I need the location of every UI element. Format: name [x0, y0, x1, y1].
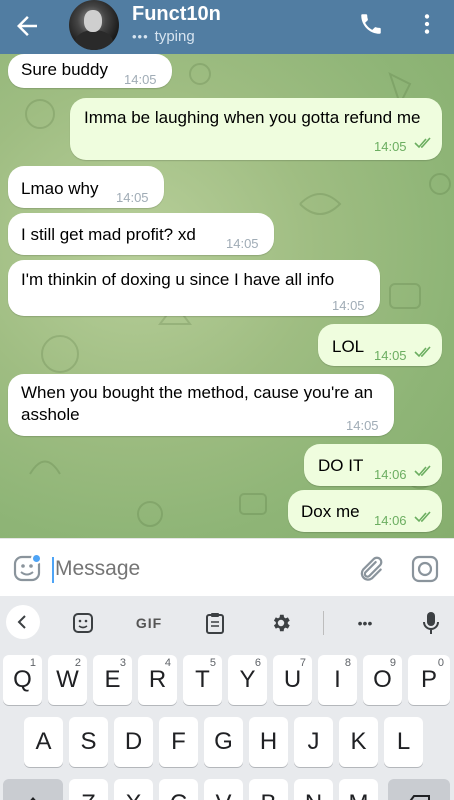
- key-r[interactable]: 4R: [138, 655, 177, 705]
- typing-status: ••• typing: [132, 28, 195, 45]
- message-text: Sure buddy: [21, 60, 108, 79]
- message-time: 14:05: [374, 139, 407, 154]
- gear-icon: [273, 614, 290, 632]
- key-h[interactable]: H: [249, 717, 288, 767]
- more-vertical-icon[interactable]: [414, 11, 440, 37]
- key-d[interactable]: D: [114, 717, 153, 767]
- key-n[interactable]: N: [294, 779, 333, 800]
- chevron-left-icon: [17, 615, 26, 629]
- message-text: Imma be laughing when you gotta refund m…: [84, 108, 421, 127]
- keyboard-toolbar: GIF •••: [0, 596, 454, 648]
- message-bubble-outgoing[interactable]: DO IT 14:06: [304, 444, 442, 486]
- gif-button[interactable]: GIF: [132, 606, 166, 640]
- key-y[interactable]: 6Y: [228, 655, 267, 705]
- key-o[interactable]: 9O: [363, 655, 402, 705]
- message-time: 14:05: [116, 190, 149, 205]
- key-p[interactable]: 0P: [408, 655, 450, 705]
- message-time: 14:05: [332, 298, 365, 313]
- paperclip-icon[interactable]: [355, 554, 385, 584]
- message-text: Lmao why: [21, 179, 99, 198]
- camera-icon[interactable]: [410, 554, 440, 584]
- key-a[interactable]: A: [24, 717, 63, 767]
- key-c[interactable]: C: [159, 779, 198, 800]
- shift-arrow-icon: [30, 797, 36, 800]
- key-u[interactable]: 7U: [273, 655, 312, 705]
- notification-dot: [31, 553, 42, 564]
- message-text: DO IT: [318, 456, 364, 475]
- key-b[interactable]: B: [249, 779, 288, 800]
- message-time: 14:05: [346, 418, 379, 433]
- backspace-icon: [409, 795, 430, 800]
- double-check-icon: [414, 346, 431, 358]
- key-j[interactable]: J: [294, 717, 333, 767]
- message-bubble-incoming[interactable]: I'm thinkin of doxing u since I have all…: [8, 260, 380, 316]
- microphone-icon: [423, 612, 439, 634]
- text-caret: [52, 557, 54, 583]
- key-e[interactable]: 3E: [93, 655, 132, 705]
- double-check-icon: [414, 511, 431, 523]
- chat-area[interactable]: Sure buddy 14:05 Imma be laughing when y…: [0, 54, 454, 538]
- clipboard-icon: [206, 613, 224, 634]
- shift-key[interactable]: [3, 779, 63, 800]
- message-bubble-incoming[interactable]: Lmao why 14:05: [8, 166, 164, 208]
- key-f[interactable]: F: [159, 717, 198, 767]
- message-input[interactable]: [55, 556, 335, 582]
- key-s[interactable]: S: [69, 717, 108, 767]
- message-composer: [0, 538, 454, 596]
- message-time: 14:06: [374, 513, 407, 528]
- key-k[interactable]: K: [339, 717, 378, 767]
- backspace-key[interactable]: [388, 779, 450, 800]
- message-bubble-outgoing[interactable]: LOL 14:05: [318, 324, 442, 366]
- key-x[interactable]: X: [114, 779, 153, 800]
- key-t[interactable]: 5T: [183, 655, 222, 705]
- key-z[interactable]: Z: [69, 779, 108, 800]
- key-w[interactable]: 2W: [48, 655, 87, 705]
- key-i[interactable]: 8I: [318, 655, 357, 705]
- toolbar-divider: [323, 611, 324, 635]
- sticker-button[interactable]: [66, 606, 100, 640]
- settings-button[interactable]: [264, 606, 298, 640]
- avatar[interactable]: [69, 0, 119, 50]
- message-time: 14:05: [226, 236, 259, 251]
- message-time: 14:05: [374, 348, 407, 363]
- phone-icon[interactable]: [358, 11, 384, 37]
- back-arrow-icon[interactable]: [12, 11, 42, 41]
- message-text: I still get mad profit? xd: [21, 225, 196, 244]
- typing-dots-icon: •••: [132, 29, 149, 44]
- message-text: Dox me: [301, 502, 360, 521]
- sticker-icon: [73, 613, 93, 633]
- clipboard-button[interactable]: [198, 606, 232, 640]
- message-bubble-outgoing[interactable]: Imma be laughing when you gotta refund m…: [70, 98, 442, 160]
- message-bubble-outgoing[interactable]: Dox me 14:06: [288, 490, 442, 532]
- message-text: When you bought the method, cause you're…: [21, 383, 373, 424]
- message-text: LOL: [332, 337, 365, 356]
- message-bubble-incoming[interactable]: When you bought the method, cause you're…: [8, 374, 394, 436]
- keyboard-back-button[interactable]: [6, 605, 40, 639]
- chat-header: Funct10n ••• typing: [0, 0, 454, 54]
- status-text: typing: [154, 28, 195, 45]
- more-options-button[interactable]: •••: [348, 606, 382, 640]
- double-check-icon: [414, 137, 431, 149]
- voice-input-button[interactable]: [414, 606, 448, 640]
- key-v[interactable]: V: [204, 779, 243, 800]
- message-time: 14:06: [374, 467, 407, 482]
- double-check-icon: [414, 465, 431, 477]
- onscreen-keyboard: GIF ••• 1Q 2W 3E 4R 5T 6Y 7U 8I 9O 0P A …: [0, 596, 454, 800]
- key-l[interactable]: L: [384, 717, 423, 767]
- message-text: I'm thinkin of doxing u since I have all…: [21, 270, 335, 289]
- message-time: 14:05: [124, 72, 157, 87]
- key-m[interactable]: M: [339, 779, 378, 800]
- message-bubble-incoming[interactable]: I still get mad profit? xd 14:05: [8, 213, 274, 255]
- message-bubble-incoming[interactable]: Sure buddy 14:05: [8, 54, 172, 88]
- chat-title[interactable]: Funct10n: [132, 3, 221, 26]
- key-g[interactable]: G: [204, 717, 243, 767]
- key-q[interactable]: 1Q: [3, 655, 42, 705]
